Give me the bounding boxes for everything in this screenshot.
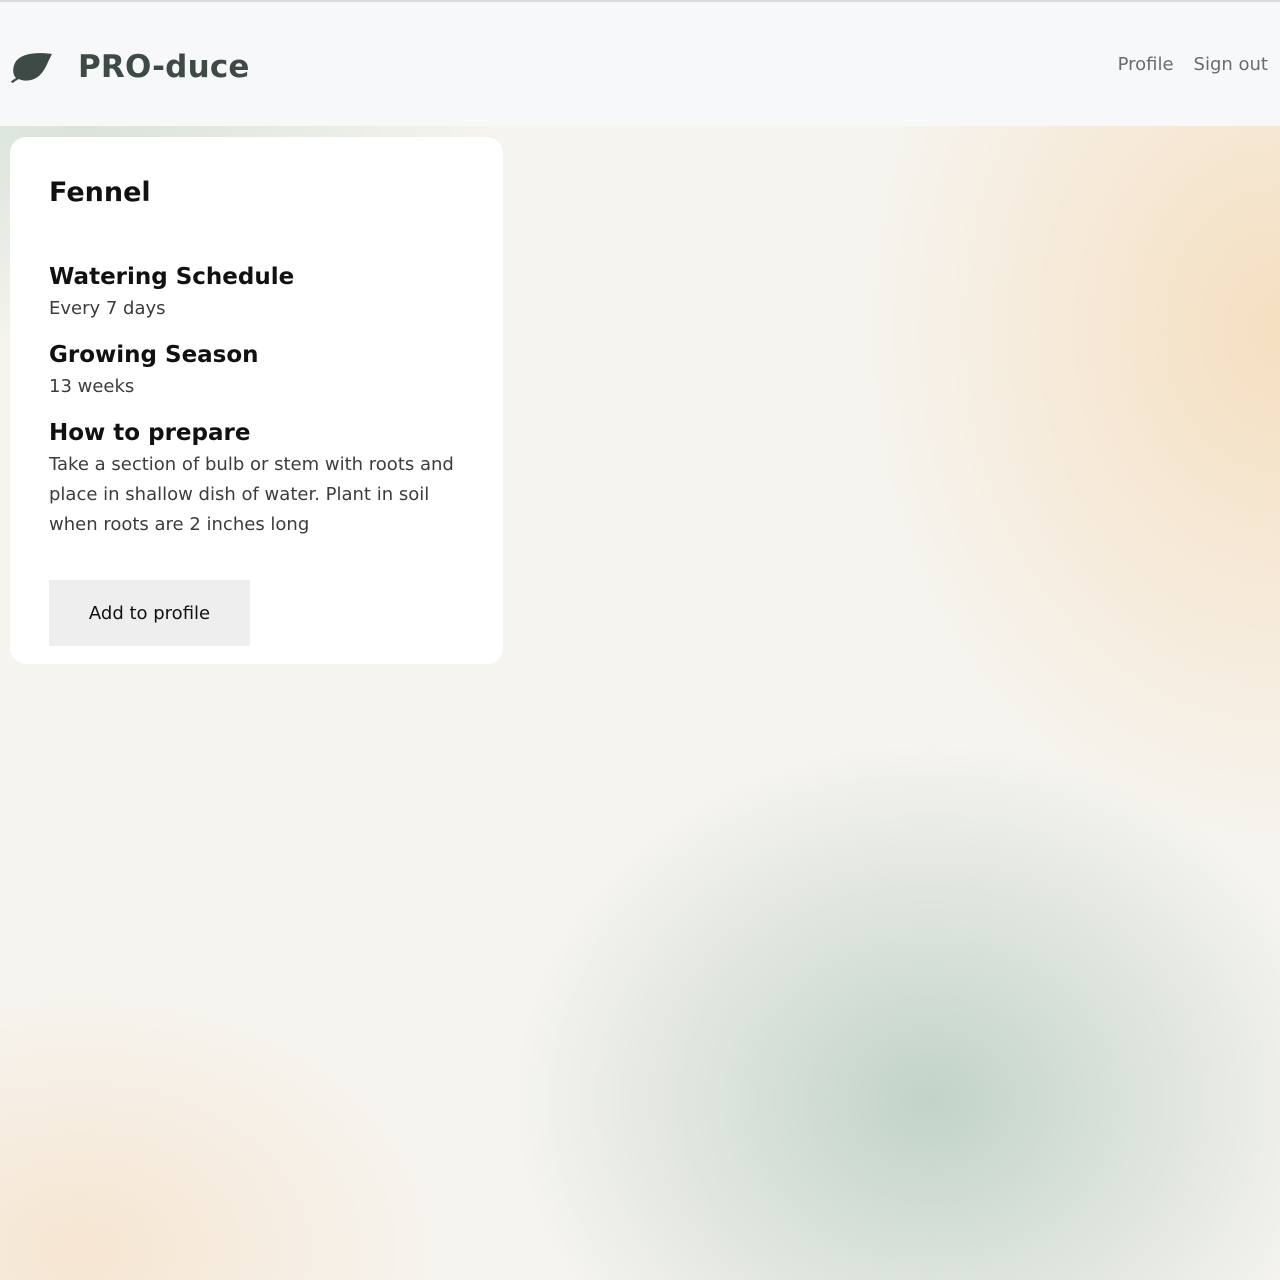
how-to-prepare-section: How to prepare Take a section of bulb or…	[49, 418, 469, 540]
growing-season-value: 13 weeks	[49, 376, 135, 397]
sign-out-link[interactable]: Sign out	[1194, 54, 1268, 75]
brand[interactable]: PRO-duce	[10, 42, 250, 92]
watering-schedule-heading: Watering Schedule	[49, 264, 295, 290]
watering-schedule-section: Watering Schedule Every 7 days	[49, 262, 469, 324]
growing-season-section: Growing Season 13 weeks	[49, 340, 469, 402]
how-to-prepare-text: Take a section of bulb or stem with root…	[49, 454, 454, 535]
plant-detail-card: Fennel Watering Schedule Every 7 days Gr…	[10, 137, 503, 664]
plant-name: Fennel	[49, 177, 151, 208]
top-nav-links: Profile Sign out	[1118, 54, 1268, 75]
leaf-icon	[11, 53, 52, 83]
top-navbar: PRO-duce Profile Sign out	[0, 0, 1280, 126]
add-to-profile-button[interactable]: Add to profile	[49, 580, 250, 646]
profile-link[interactable]: Profile	[1118, 54, 1174, 75]
growing-season-heading: Growing Season	[49, 342, 259, 368]
how-to-prepare-heading: How to prepare	[49, 420, 251, 446]
watering-schedule-value: Every 7 days	[49, 298, 166, 319]
brand-name: PRO-duce	[78, 49, 250, 85]
